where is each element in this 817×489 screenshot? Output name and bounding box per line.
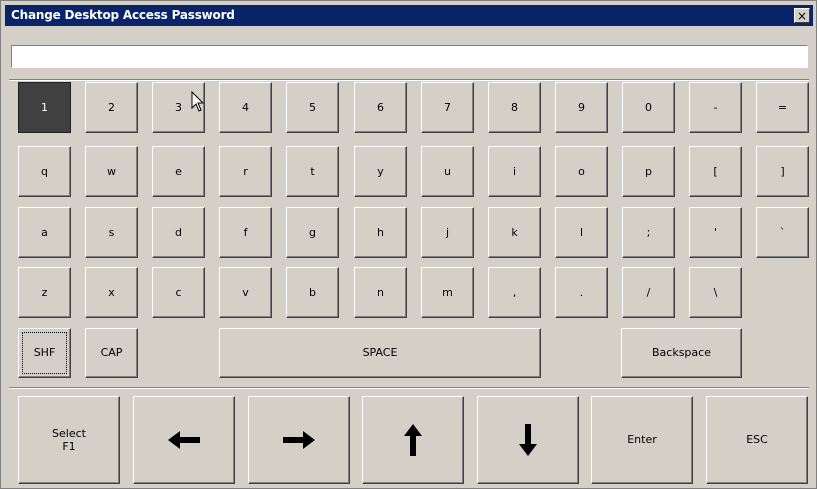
key-row2-4[interactable]: t [286,146,339,197]
esc-button[interactable]: ESC [706,396,808,484]
key-row4-6[interactable]: m [421,267,474,318]
key-row1-4[interactable]: 5 [286,82,339,133]
down-arrow-button[interactable] [477,396,579,484]
select-f1-button[interactable]: Select F1 [18,396,120,484]
key-row3-3[interactable]: f [219,207,272,258]
key-row1-1[interactable]: 2 [85,82,138,133]
up-arrow-button[interactable] [362,396,464,484]
select-label: Select [52,426,86,440]
arrow-down-icon [518,424,538,456]
key-row2-9[interactable]: p [622,146,675,197]
space-key[interactable]: SPACE [219,328,541,378]
key-row3-10[interactable]: ' [689,207,742,258]
key-row1-3[interactable]: 4 [219,82,272,133]
key-row1-5[interactable]: 6 [354,82,407,133]
key-row2-1[interactable]: w [85,146,138,197]
key-row3-11[interactable]: ` [756,207,809,258]
window-title: Change Desktop Access Password [11,8,235,22]
key-row3-0[interactable]: a [18,207,71,258]
key-row3-4[interactable]: g [286,207,339,258]
key-row4-7[interactable]: , [488,267,541,318]
key-row3-5[interactable]: h [354,207,407,258]
key-row1-8[interactable]: 9 [555,82,608,133]
key-row1-7[interactable]: 8 [488,82,541,133]
key-row3-6[interactable]: j [421,207,474,258]
key-row1-0[interactable]: 1 [18,82,71,133]
password-input[interactable] [11,45,808,68]
key-row4-5[interactable]: n [354,267,407,318]
title-bar: Change Desktop Access Password × [5,5,813,26]
enter-button[interactable]: Enter [591,396,693,484]
key-row4-1[interactable]: x [85,267,138,318]
key-row3-1[interactable]: s [85,207,138,258]
key-row4-8[interactable]: . [555,267,608,318]
password-dialog: Change Desktop Access Password × 1234567… [0,0,817,489]
key-row3-2[interactable]: d [152,207,205,258]
key-row4-3[interactable]: v [219,267,272,318]
key-row2-10[interactable]: [ [689,146,742,197]
key-row2-0[interactable]: q [18,146,71,197]
key-row2-8[interactable]: o [555,146,608,197]
arrow-right-icon [283,430,315,450]
key-row2-5[interactable]: y [354,146,407,197]
key-row3-7[interactable]: k [488,207,541,258]
key-row2-6[interactable]: u [421,146,474,197]
key-row4-9[interactable]: / [622,267,675,318]
key-row4-2[interactable]: c [152,267,205,318]
separator [9,387,809,389]
key-row1-11[interactable]: = [756,82,809,133]
key-row4-4[interactable]: b [286,267,339,318]
key-row1-6[interactable]: 7 [421,82,474,133]
key-row2-2[interactable]: e [152,146,205,197]
close-button[interactable]: × [794,8,810,23]
separator [9,79,809,81]
key-row4-0[interactable]: z [18,267,71,318]
arrow-up-icon [403,424,423,456]
key-row1-10[interactable]: - [689,82,742,133]
key-row3-8[interactable]: l [555,207,608,258]
key-row1-9[interactable]: 0 [622,82,675,133]
f1-label: F1 [62,440,76,453]
key-row2-3[interactable]: r [219,146,272,197]
key-row4-10[interactable]: \ [689,267,742,318]
right-arrow-button[interactable] [248,396,350,484]
backspace-key[interactable]: Backspace [621,328,742,378]
key-row2-7[interactable]: i [488,146,541,197]
caps-lock-key[interactable]: CAP [85,328,138,378]
arrow-left-icon [168,430,200,450]
shift-key[interactable]: SHF [18,328,71,378]
key-row3-9[interactable]: ; [622,207,675,258]
left-arrow-button[interactable] [133,396,235,484]
key-row2-11[interactable]: ] [756,146,809,197]
mouse-pointer-icon [191,91,205,112]
